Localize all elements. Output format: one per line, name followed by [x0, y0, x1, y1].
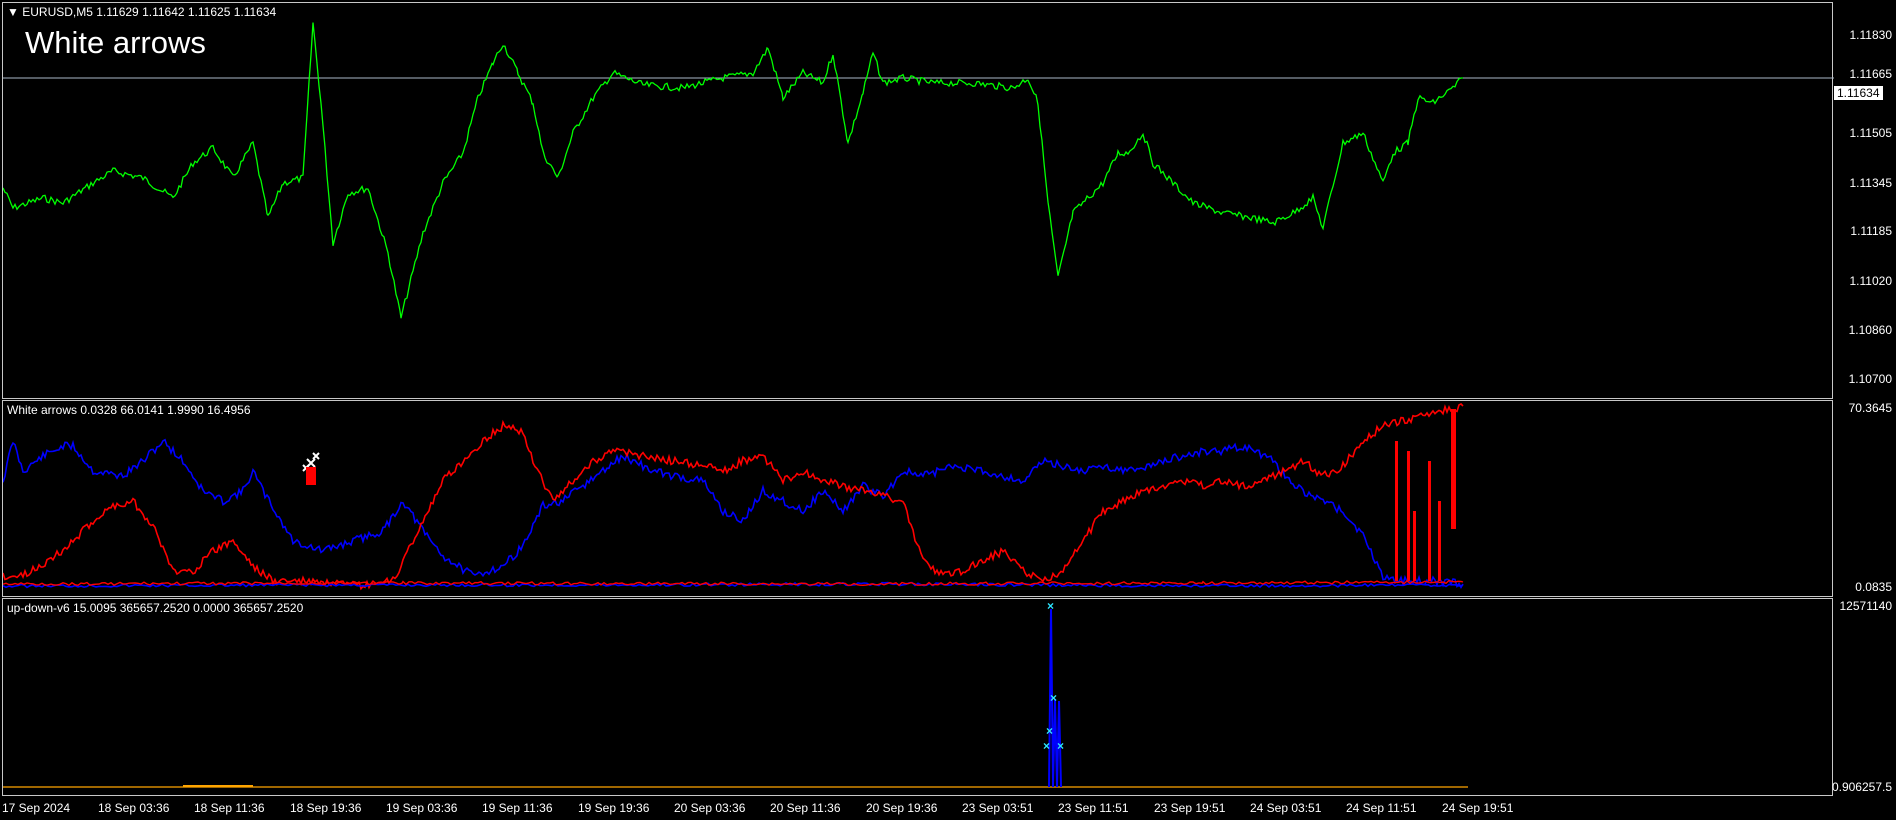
- price-line-chart: [3, 22, 1834, 319]
- time-label: 18 Sep 19:36: [290, 801, 362, 815]
- red-bar-marker: [306, 467, 316, 485]
- x-marker-icon: ×: [1047, 599, 1055, 613]
- x-marker-icon: ×: [1057, 739, 1065, 753]
- x-marker-icon: ×: [1043, 739, 1051, 753]
- price-tick: 1.11345: [1849, 176, 1893, 190]
- price-tick: 1.11185: [1850, 224, 1892, 238]
- up-down-label: up-down-v6 15.0095 365657.2520 0.0000 36…: [7, 601, 304, 615]
- price-series: [3, 22, 1463, 319]
- white-arrows-label: White arrows 0.0328 66.0141 1.9990 16.49…: [7, 403, 251, 417]
- time-label: 19 Sep 03:36: [386, 801, 458, 815]
- time-label: 18 Sep 11:36: [194, 801, 265, 815]
- time-label: 20 Sep 19:36: [866, 801, 938, 815]
- time-label: 23 Sep 11:51: [1058, 801, 1129, 815]
- scale-top: 70.3645: [1848, 401, 1892, 415]
- scale-bottom: 0.0835: [1855, 580, 1892, 594]
- x-marker-icon: ×: [1050, 691, 1058, 705]
- price-tick: 1.10700: [1848, 372, 1892, 386]
- time-label: 20 Sep 03:36: [674, 801, 746, 815]
- time-label: 19 Sep 11:36: [482, 801, 553, 815]
- price-tick: 1.11020: [1849, 274, 1893, 288]
- time-axis[interactable]: 17 Sep 2024 18 Sep 03:36 18 Sep 11:36 18…: [0, 798, 1896, 820]
- price-tick: 1.10860: [1848, 323, 1892, 337]
- time-label: 24 Sep 19:51: [1442, 801, 1514, 815]
- indicator1-axis[interactable]: 70.3645 0.0835: [1833, 400, 1896, 597]
- scale-top: 12571140: [1839, 599, 1893, 613]
- time-label: 17 Sep 2024: [2, 801, 71, 815]
- main-price-axis[interactable]: 1.11830 1.11665 1.11505 1.11345 1.11185 …: [1833, 2, 1896, 399]
- scale-bottom: 0.906257.5: [1831, 780, 1892, 794]
- current-price-badge: 1.11634: [1834, 86, 1883, 100]
- x-marker-icon: ×: [1046, 724, 1054, 738]
- overlay-title: White arrows: [25, 25, 206, 60]
- main-chart-pane[interactable]: ▼ EURUSD,M5 1.11629 1.11642 1.11625 1.11…: [2, 2, 1834, 399]
- up-down-chart: [3, 608, 1468, 788]
- symbol-quote-text: EURUSD,M5 1.11629 1.11642 1.11625 1.1163…: [22, 5, 277, 19]
- collapse-triangle-icon[interactable]: ▼: [7, 5, 19, 19]
- indicator2-axis[interactable]: 12571140 0.906257.5: [1831, 598, 1896, 796]
- white-arrows-chart: [3, 403, 1464, 591]
- time-label: 23 Sep 19:51: [1154, 801, 1226, 815]
- time-label: 19 Sep 19:36: [578, 801, 650, 815]
- indicator-pane-up-down[interactable]: × × × × × up-down-v6 15.0095 365657.2520…: [2, 598, 1833, 796]
- red-histogram-bars: [1395, 409, 1456, 581]
- time-label: 24 Sep 11:51: [1346, 801, 1417, 815]
- time-label: 24 Sep 03:51: [1250, 801, 1322, 815]
- time-label: 23 Sep 03:51: [962, 801, 1034, 815]
- time-label: 20 Sep 11:36: [770, 801, 841, 815]
- blue-series: [3, 438, 1464, 590]
- price-tick: 1.11665: [1849, 67, 1893, 81]
- price-tick: 1.11505: [1849, 126, 1893, 140]
- indicator-pane-white-arrows[interactable]: White arrows 0.0328 66.0141 1.9990 16.49…: [2, 400, 1833, 597]
- red-series: [3, 403, 1464, 591]
- price-tick: 1.11830: [1849, 28, 1893, 42]
- symbol-label: ▼ EURUSD,M5 1.11629 1.11642 1.11625 1.11…: [7, 5, 276, 19]
- time-label: 18 Sep 03:36: [98, 801, 170, 815]
